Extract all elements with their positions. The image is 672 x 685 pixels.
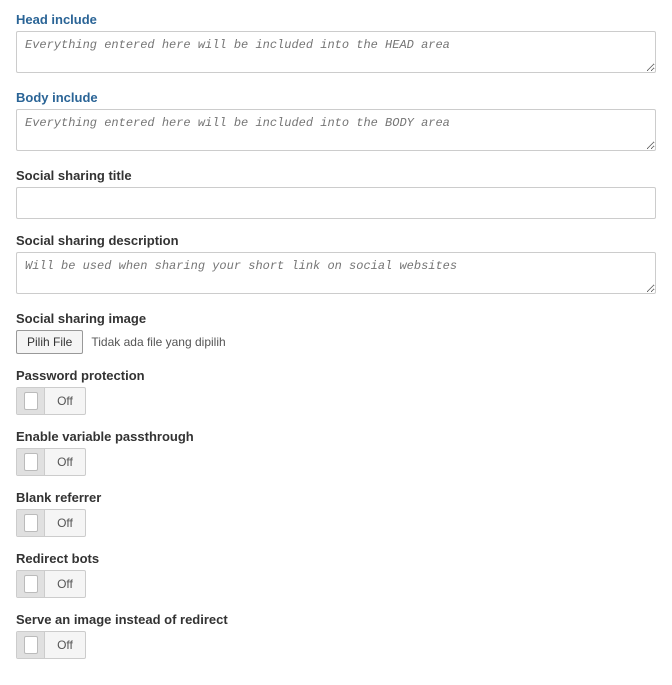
blank-referrer-group: Blank referrer Off (16, 490, 656, 537)
password-protection-label: Password protection (16, 368, 656, 383)
toggle-track (17, 510, 45, 536)
blank-referrer-label: Blank referrer (16, 490, 656, 505)
serve-image-label: Serve an image instead of redirect (16, 612, 656, 627)
toggle-thumb (24, 453, 38, 471)
head-include-label: Head include (16, 12, 656, 27)
enable-variable-toggle-row: Off (16, 448, 656, 476)
social-title-label: Social sharing title (16, 168, 656, 183)
toggle-thumb (24, 575, 38, 593)
social-title-group: Social sharing title (16, 168, 656, 219)
social-image-label: Social sharing image (16, 311, 656, 326)
serve-image-toggle[interactable]: Off (16, 631, 86, 659)
serve-image-group: Serve an image instead of redirect Off (16, 612, 656, 659)
file-name-display: Tidak ada file yang dipilih (91, 335, 225, 349)
password-protection-toggle-row: Off (16, 387, 656, 415)
body-include-label: Body include (16, 90, 656, 105)
redirect-bots-label: Redirect bots (16, 551, 656, 566)
body-include-group: Body include (16, 90, 656, 154)
social-image-group: Social sharing image Pilih File Tidak ad… (16, 311, 656, 354)
blank-referrer-toggle-row: Off (16, 509, 656, 537)
body-include-textarea[interactable] (16, 109, 656, 151)
enable-variable-toggle[interactable]: Off (16, 448, 86, 476)
toggle-off-label: Off (45, 577, 85, 591)
toggle-off-label: Off (45, 455, 85, 469)
serve-image-toggle-row: Off (16, 631, 656, 659)
head-include-group: Head include (16, 12, 656, 76)
enable-variable-label: Enable variable passthrough (16, 429, 656, 444)
toggle-track (17, 388, 45, 414)
head-include-textarea[interactable] (16, 31, 656, 73)
enable-variable-group: Enable variable passthrough Off (16, 429, 656, 476)
toggle-track (17, 632, 45, 658)
toggle-thumb (24, 514, 38, 532)
toggle-thumb (24, 392, 38, 410)
toggle-off-label: Off (45, 394, 85, 408)
toggle-track (17, 449, 45, 475)
toggle-off-label: Off (45, 638, 85, 652)
toggle-track (17, 571, 45, 597)
blank-referrer-toggle[interactable]: Off (16, 509, 86, 537)
password-protection-group: Password protection Off (16, 368, 656, 415)
social-description-label: Social sharing description (16, 233, 656, 248)
redirect-bots-toggle[interactable]: Off (16, 570, 86, 598)
social-title-input[interactable] (16, 187, 656, 219)
toggle-off-label: Off (45, 516, 85, 530)
toggle-thumb (24, 636, 38, 654)
choose-file-button[interactable]: Pilih File (16, 330, 83, 354)
password-protection-toggle[interactable]: Off (16, 387, 86, 415)
social-description-textarea[interactable] (16, 252, 656, 294)
social-description-group: Social sharing description (16, 233, 656, 297)
redirect-bots-toggle-row: Off (16, 570, 656, 598)
file-row: Pilih File Tidak ada file yang dipilih (16, 330, 656, 354)
redirect-bots-group: Redirect bots Off (16, 551, 656, 598)
